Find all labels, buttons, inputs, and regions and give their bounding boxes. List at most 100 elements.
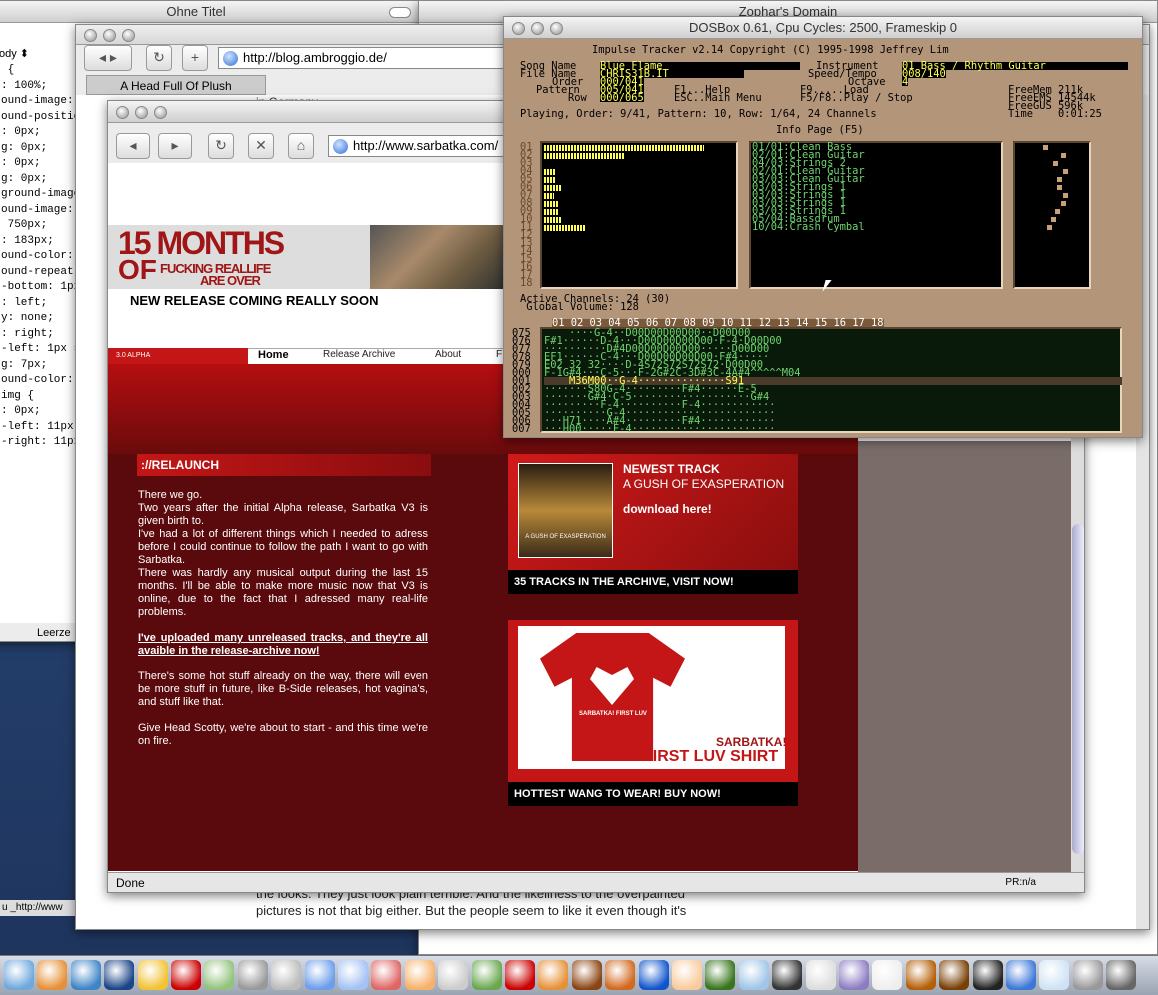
close-dot[interactable]: [116, 106, 129, 119]
code-line: y: none;: [1, 312, 54, 324]
zoom-dot[interactable]: [122, 29, 135, 42]
figure-icon[interactable]: [171, 960, 201, 990]
shirt-bar[interactable]: HOTTEST WANG TO WEAR! BUY NOW!: [508, 782, 798, 806]
minimize-dot[interactable]: [531, 22, 544, 35]
volume-bar: [544, 193, 554, 199]
row-value[interactable]: 000/065: [600, 93, 644, 103]
nav-about[interactable]: About: [435, 349, 461, 360]
docs-icon[interactable]: [1072, 960, 1103, 990]
archive-link[interactable]: I've uploaded many unreleased tracks, an…: [138, 632, 428, 658]
tools-icon[interactable]: [271, 960, 302, 990]
scroll-thumb[interactable]: [1072, 524, 1084, 854]
home-button[interactable]: ⌂: [288, 133, 314, 159]
back-tab-label: A Head Full Of Plush: [120, 79, 232, 93]
gallery-icon[interactable]: [438, 960, 469, 990]
dosbox-window[interactable]: DOSBox 0.61, Cpu Cycles: 2500, Frameskip…: [503, 16, 1143, 438]
realplayer-icon[interactable]: [505, 960, 535, 990]
album-cover[interactable]: A GUSH OF EXASPERATION: [518, 463, 613, 558]
terminal-icon[interactable]: [772, 960, 803, 990]
reload-button[interactable]: ↻: [146, 45, 172, 71]
volume-bar: [544, 185, 562, 191]
code-line: g: 0px;: [1, 141, 48, 154]
trash-icon[interactable]: [1106, 960, 1137, 990]
guitar-icon[interactable]: [605, 960, 636, 990]
back-forward-button[interactable]: ◂ ▸: [84, 45, 132, 71]
minimize-dot[interactable]: [103, 29, 116, 42]
version-badge: 3.0 ALPHA: [108, 348, 248, 364]
dock[interactable]: [0, 955, 1158, 995]
close-dot[interactable]: [84, 29, 97, 42]
globe-icon[interactable]: [104, 960, 135, 990]
volume-bar: [544, 177, 556, 183]
ical-icon[interactable]: [371, 960, 402, 990]
home-icon[interactable]: [1039, 960, 1070, 990]
archive-banner[interactable]: 35 TRACKS IN THE ARCHIVE, VISIT NOW!: [508, 570, 798, 594]
download-link[interactable]: download here!: [623, 502, 712, 516]
forward-button[interactable]: ▸: [158, 133, 192, 159]
safari-icon[interactable]: [70, 960, 101, 990]
zoom-dot[interactable]: [550, 22, 563, 35]
channel-dot: [1063, 193, 1068, 198]
nav-release-archive[interactable]: Release Archive: [323, 349, 395, 360]
volume-bar: [544, 217, 562, 223]
newest-title: A GUSH OF EXASPERATION: [623, 477, 785, 491]
volume-bar: [544, 169, 556, 175]
ichat-icon[interactable]: [404, 960, 435, 990]
octave-value[interactable]: 4: [902, 77, 909, 87]
itunes-icon[interactable]: [204, 960, 235, 990]
minimize-dot[interactable]: [135, 106, 148, 119]
preview-icon[interactable]: [237, 960, 268, 990]
intro-paragraph: There we go. Two years after the initial…: [138, 489, 428, 618]
zoom-dot[interactable]: [154, 106, 167, 119]
isync-icon[interactable]: [471, 960, 502, 990]
nav-more[interactable]: F: [496, 349, 502, 360]
channel-numbers: 01 02 03 04 05 06 07 08 09 10 11 12 13 14 15 16 17 18: [520, 142, 533, 288]
close-dot[interactable]: [512, 22, 525, 35]
pattern-line: ···H00·····F-4·······················: [544, 423, 776, 435]
headphones-icon[interactable]: [638, 960, 669, 990]
code-line: : 183px;: [1, 234, 54, 247]
grid-icon[interactable]: [839, 960, 869, 990]
new-tab-button[interactable]: +: [182, 45, 208, 71]
code-line: : right;: [1, 327, 54, 340]
back-button[interactable]: ◂: [116, 133, 150, 159]
reload-icon[interactable]: ↻: [208, 133, 234, 159]
apps-icon[interactable]: [1006, 960, 1036, 990]
warning-icon[interactable]: [137, 960, 168, 990]
monitor-icon[interactable]: [972, 960, 1003, 990]
status-text: Done: [116, 876, 145, 890]
cover-text: A GUSH OF EXASPERATION: [525, 534, 606, 540]
notes-icon[interactable]: [872, 960, 903, 990]
selector-field[interactable]: ody ⬍: [0, 47, 59, 63]
nav-home[interactable]: Home: [258, 349, 289, 361]
code-line: ound-position: [1, 110, 87, 123]
code-line: ound-color: #: [1, 374, 87, 386]
stack-icon[interactable]: [905, 960, 936, 990]
network-icon[interactable]: [738, 960, 769, 990]
tool-icon[interactable]: [571, 960, 602, 990]
stop-button[interactable]: ✕: [248, 133, 274, 159]
mail-icon[interactable]: [37, 960, 68, 990]
archive-banner-text: 35 TRACKS IN THE ARCHIVE, VISIT NOW!: [514, 576, 734, 588]
duck-icon[interactable]: [672, 960, 702, 990]
finder-icon[interactable]: [4, 960, 34, 990]
tree-icon[interactable]: [705, 960, 736, 990]
back-tab[interactable]: A Head Full Of Plush: [86, 75, 266, 95]
iphoto-icon[interactable]: [338, 960, 368, 990]
editor-titlebar[interactable]: Ohne Titel: [0, 1, 421, 23]
blender-icon[interactable]: [538, 960, 569, 990]
guitar2-icon[interactable]: [939, 960, 970, 990]
play-2: F5/F8..Play / Stop: [800, 92, 913, 104]
code-line: : left;: [1, 296, 48, 309]
editor-close-button[interactable]: [389, 7, 411, 18]
url-text: http://www.sarbatka.com/: [353, 138, 499, 153]
banner-photo: [370, 225, 503, 289]
quicktime-icon[interactable]: [304, 960, 335, 990]
dosbox-titlebar[interactable]: DOSBox 0.61, Cpu Cycles: 2500, Frameskip…: [504, 17, 1142, 39]
channel-dots: [1017, 145, 1087, 285]
editor-code[interactable]: {: 100%; ound-image: u ound-position: 0px;…: [1, 63, 87, 451]
back-text-line-2: pictures is not that big either. But the…: [256, 903, 687, 918]
dosbox-title: DOSBox 0.61, Cpu Cycles: 2500, Frameskip…: [688, 20, 958, 35]
apple-icon[interactable]: [805, 960, 836, 990]
speed-value[interactable]: 008/140: [902, 69, 946, 79]
